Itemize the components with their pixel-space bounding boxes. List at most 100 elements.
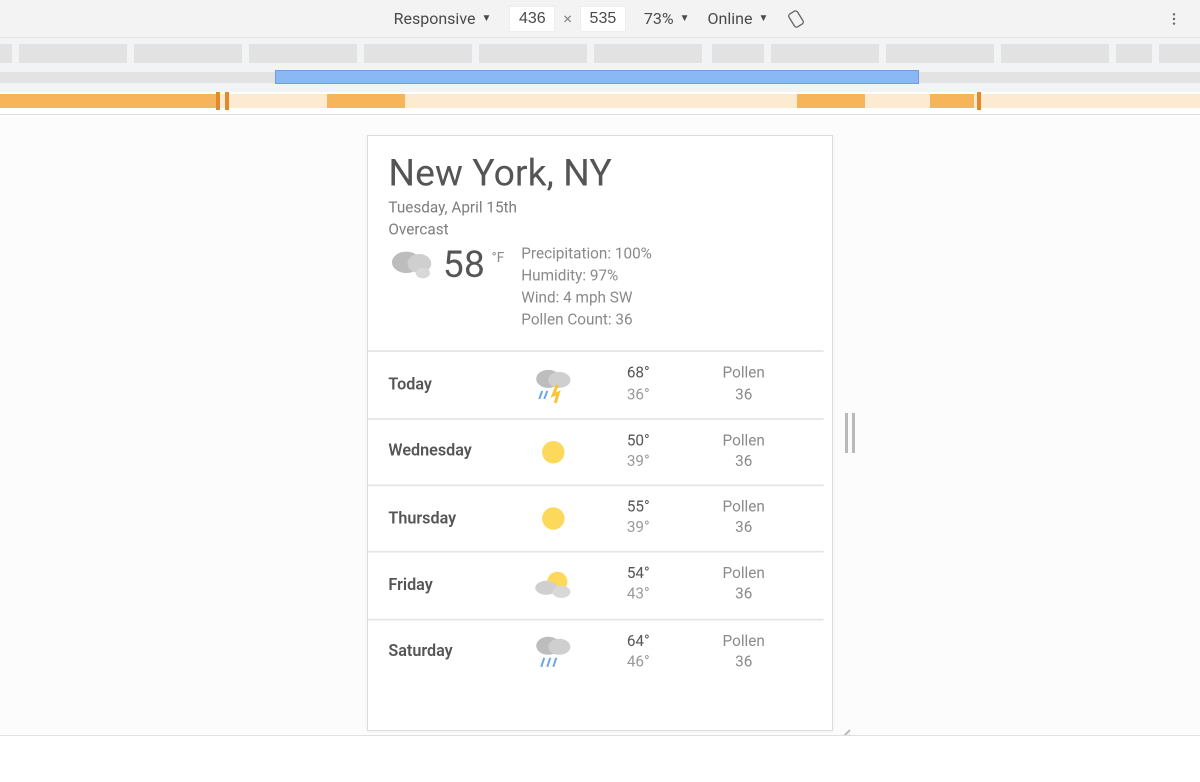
forecast-day: Wednesday — [388, 443, 507, 462]
zoom-select[interactable]: 73% ▼ — [644, 9, 690, 28]
forecast-high: 55° — [599, 498, 677, 519]
forecast-row: Friday54°43°Pollen36 — [368, 551, 824, 618]
pollen-label: Pollen — [684, 498, 803, 519]
rotate-button[interactable] — [786, 9, 806, 29]
responsive-viewport-stage: New York, NY Tuesday, April 15th Overcas… — [0, 115, 1200, 735]
device-toolbar: Responsive ▼ × 73% ▼ Online ▼ — [0, 0, 1200, 38]
forecast-pollen: Pollen36 — [684, 565, 803, 606]
forecast-list: Today68°36°Pollen36Wednesday50°39°Pollen… — [368, 351, 824, 685]
media-tick[interactable] — [225, 92, 229, 110]
forecast-icon — [514, 365, 592, 406]
forecast-row: Saturday 64°46° Pollen36 — [368, 618, 824, 685]
device-mode-label: Responsive — [394, 9, 476, 28]
forecast-low: 46° — [599, 652, 677, 673]
condition-text: Overcast — [388, 220, 803, 241]
device-viewport[interactable]: New York, NY Tuesday, April 15th Overcas… — [368, 136, 832, 730]
ruler-area — [0, 38, 1200, 115]
forecast-high: 68° — [599, 364, 677, 385]
throttle-label: Online — [708, 9, 753, 28]
pollen-label: Pollen — [684, 364, 803, 385]
ruler-segment[interactable] — [364, 44, 472, 63]
forecast-icon — [514, 433, 592, 470]
wind-value: 4 mph SW — [563, 291, 632, 308]
kebab-icon — [1166, 11, 1182, 27]
pollen-value: 36 — [615, 313, 632, 330]
forecast-temps: 55°39° — [599, 498, 677, 539]
weather-card: New York, NY Tuesday, April 15th Overcas… — [368, 136, 824, 685]
forecast-icon — [514, 632, 592, 673]
forecast-high: 64° — [599, 632, 677, 653]
pollen-label: Pollen — [684, 565, 803, 586]
forecast-high: 54° — [599, 565, 677, 586]
precip-value: 100% — [615, 247, 652, 264]
more-options-button[interactable] — [1164, 9, 1184, 29]
forecast-day: Saturday — [388, 643, 507, 662]
wind-label: Wind: — [521, 291, 559, 308]
viewport-height-input[interactable] — [580, 6, 626, 32]
forecast-temps: 64°46° — [599, 632, 677, 673]
rotate-icon — [786, 9, 806, 29]
ruler-range-bar[interactable] — [0, 66, 1200, 92]
forecast-icon — [514, 567, 592, 604]
ruler-segment[interactable] — [1116, 44, 1152, 63]
dimension-separator: × — [563, 9, 572, 28]
resize-handle-corner[interactable] — [832, 726, 858, 735]
forecast-day: Today — [388, 376, 507, 395]
device-mode-select[interactable]: Responsive ▼ — [394, 9, 492, 28]
ruler-segment[interactable] — [19, 44, 127, 63]
ruler-segment[interactable] — [594, 44, 702, 63]
precip-label: Precipitation: — [521, 247, 611, 264]
pollen-value: 36 — [684, 519, 803, 540]
media-queries-bar[interactable] — [0, 92, 1200, 114]
forecast-low: 36° — [599, 385, 677, 406]
forecast-day: Friday — [388, 576, 507, 595]
media-range[interactable] — [0, 94, 216, 108]
date-text: Tuesday, April 15th — [388, 199, 803, 220]
forecast-low: 39° — [599, 519, 677, 540]
pollen-label: Pollen — [684, 632, 803, 653]
viewport-width-input[interactable] — [509, 6, 555, 32]
media-range[interactable] — [797, 94, 865, 108]
forecast-row: Thursday55°39°Pollen36 — [368, 484, 824, 551]
ruler-selection[interactable] — [275, 70, 919, 84]
ruler-segment[interactable] — [1001, 44, 1109, 63]
forecast-pollen: Pollen36 — [684, 431, 803, 472]
temp-unit: °F — [492, 250, 505, 265]
ruler-segment[interactable] — [134, 44, 242, 63]
humidity-label: Humidity: — [521, 269, 586, 286]
pollen-label: Pollen — [684, 431, 803, 452]
dropdown-icon: ▼ — [481, 13, 491, 24]
pollen-value: 36 — [684, 452, 803, 473]
stage-bottom-border — [0, 735, 1200, 736]
ruler-ticks[interactable] — [0, 38, 1200, 66]
ruler-segment[interactable] — [712, 44, 764, 63]
pollen-label: Pollen Count: — [521, 313, 611, 330]
ruler-segment[interactable] — [0, 44, 12, 63]
forecast-icon — [514, 500, 592, 537]
media-tick[interactable] — [977, 92, 981, 110]
forecast-pollen: Pollen36 — [684, 364, 803, 405]
media-tick[interactable] — [216, 92, 220, 110]
pollen-value: 36 — [684, 652, 803, 673]
forecast-low: 43° — [599, 585, 677, 606]
forecast-day: Thursday — [388, 509, 507, 528]
forecast-pollen: Pollen36 — [684, 498, 803, 539]
ruler-segment[interactable] — [771, 44, 879, 63]
ruler-segment[interactable] — [249, 44, 357, 63]
throttle-select[interactable]: Online ▼ — [708, 9, 769, 28]
overcast-icon — [388, 245, 436, 289]
pollen-value: 36 — [684, 585, 803, 606]
ruler-segment[interactable] — [886, 44, 994, 63]
ruler-segment[interactable] — [479, 44, 587, 63]
media-range[interactable] — [930, 94, 974, 108]
ruler-segment[interactable] — [1159, 44, 1200, 63]
current-temp: 58 — [443, 245, 485, 288]
media-range[interactable] — [327, 94, 405, 108]
dropdown-icon: ▼ — [680, 13, 690, 24]
forecast-temps: 54°43° — [599, 565, 677, 606]
resize-handle-right[interactable] — [840, 413, 860, 453]
current-details: Precipitation: 100% Humidity: 97% Wind: … — [521, 245, 803, 334]
forecast-high: 50° — [599, 431, 677, 452]
device-frame: New York, NY Tuesday, April 15th Overcas… — [367, 135, 833, 731]
forecast-row: Today 68°36° Pollen36 — [368, 351, 824, 418]
